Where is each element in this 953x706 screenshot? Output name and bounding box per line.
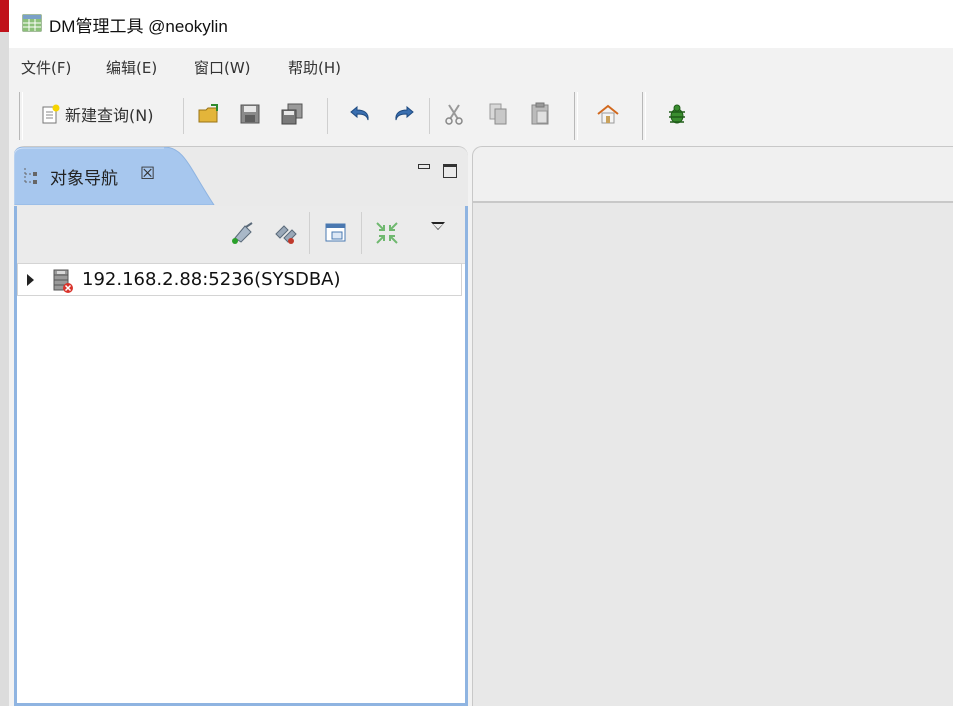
disconnect-button[interactable] — [272, 220, 298, 246]
cut-icon — [445, 104, 463, 125]
menu-edit[interactable]: 编辑(E) — [106, 57, 157, 78]
main-toolbar: 新建查询(N) — [9, 84, 953, 146]
open-button[interactable] — [195, 100, 223, 128]
paste-icon — [531, 102, 549, 125]
debug-button[interactable] — [663, 100, 691, 128]
maximize-view-button[interactable] — [443, 164, 457, 178]
close-icon[interactable]: ☒ — [140, 164, 155, 184]
tab-label: 对象导航 — [50, 169, 118, 189]
cut-button[interactable] — [440, 100, 468, 128]
toolbar-grip[interactable] — [574, 92, 578, 140]
expand-arrow-icon[interactable] — [27, 274, 34, 286]
undo-icon — [350, 105, 369, 121]
navigator-body: 192.168.2.88:5236(SYSDBA) — [14, 206, 468, 706]
save-button[interactable] — [236, 100, 264, 128]
new-query-label: 新建查询(N) — [65, 106, 154, 125]
toolbar-separator — [429, 98, 430, 134]
redo-button[interactable] — [389, 100, 417, 128]
menu-window[interactable]: 窗口(W) — [194, 57, 251, 78]
title-bar: DM管理工具 @neokylin — [9, 0, 953, 48]
navigator-toolbar — [17, 206, 465, 264]
new-query-button[interactable]: 新建查询(N) — [40, 102, 153, 126]
menu-help[interactable]: 帮助(H) — [288, 57, 341, 78]
collapse-all-icon — [376, 222, 398, 244]
menu-bar: 文件(F) 编辑(E) 窗口(W) 帮助(H) — [9, 48, 953, 84]
editor-body — [472, 202, 953, 706]
tab-object-navigator[interactable]: 对象导航 ☒ — [14, 147, 214, 205]
copy-icon — [489, 103, 507, 125]
connect-button[interactable] — [229, 220, 255, 246]
minimize-view-button[interactable] — [418, 164, 430, 169]
app-window: DM管理工具 @neokylin 文件(F) 编辑(E) 窗口(W) 帮助(H)… — [9, 0, 953, 706]
editor-tab-bar — [472, 146, 953, 202]
copy-button[interactable] — [484, 100, 512, 128]
server-disconnected-icon — [53, 269, 73, 293]
new-window-button[interactable] — [323, 220, 349, 246]
navigator-tab-bar: 对象导航 ☒ — [14, 146, 468, 207]
undo-button[interactable] — [347, 100, 375, 128]
tree-icon — [24, 168, 37, 184]
object-navigator-view: 对象导航 ☒ 192.168.2.88:5236(SYSDBA) — [14, 146, 468, 706]
open-icon — [198, 104, 218, 123]
tree-node-connection[interactable]: 192.168.2.88:5236(SYSDBA) — [17, 263, 462, 296]
toolbar-separator — [327, 98, 328, 134]
toolbar-separator — [361, 212, 362, 254]
home-icon — [597, 104, 619, 124]
redo-icon — [395, 105, 414, 121]
new-query-icon — [42, 104, 60, 124]
window-title: DM管理工具 @neokylin — [49, 17, 228, 36]
toolbar-separator — [183, 98, 184, 134]
save-all-icon — [281, 103, 303, 125]
bug-icon — [669, 104, 685, 124]
menu-file[interactable]: 文件(F) — [21, 57, 71, 78]
tree-node-label: 192.168.2.88:5236(SYSDBA) — [82, 269, 341, 290]
save-icon — [240, 104, 260, 124]
save-all-button[interactable] — [278, 100, 306, 128]
toolbar-grip[interactable] — [642, 92, 646, 140]
disconnect-icon — [275, 225, 297, 244]
home-button[interactable] — [594, 100, 622, 128]
toolbar-grip[interactable] — [19, 92, 23, 140]
editor-area — [472, 146, 953, 706]
paste-button[interactable] — [526, 100, 554, 128]
collapse-all-button[interactable] — [374, 220, 400, 246]
view-menu-icon-inner — [433, 224, 443, 229]
new-window-icon — [325, 223, 346, 242]
database-table-icon — [22, 14, 42, 32]
background-window-red-edge — [0, 0, 9, 32]
toolbar-separator — [309, 212, 310, 254]
connect-icon — [232, 222, 253, 244]
